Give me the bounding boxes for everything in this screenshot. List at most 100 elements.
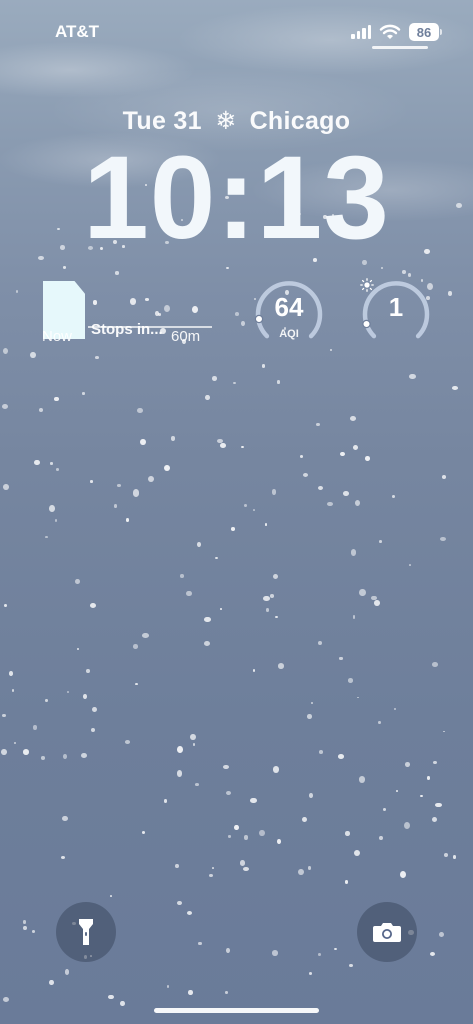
snowflake-particle <box>62 754 68 760</box>
snowflake-particle <box>30 351 36 359</box>
snowflake-particle <box>82 693 88 699</box>
snowflake-particle <box>177 900 183 906</box>
snowflake-particle <box>382 807 386 811</box>
snowflake-particle <box>176 770 183 777</box>
snowflake-particle <box>211 376 218 381</box>
snowflake-particle <box>113 504 118 508</box>
snowflake-particle <box>409 563 412 566</box>
snowflake-particle <box>89 480 94 484</box>
snowflake-particle <box>55 468 59 471</box>
snowflake-particle <box>354 499 361 507</box>
snowflake-particle <box>225 990 228 994</box>
snowflake-particle <box>352 615 356 619</box>
snowflake-particle <box>380 266 384 270</box>
snowflake-particle <box>309 793 314 799</box>
snowflake-particle <box>400 871 407 879</box>
snowflake-particle <box>299 455 304 458</box>
snowflake-particle <box>115 271 120 275</box>
snowflake-particle <box>432 817 438 823</box>
snowflake-particle <box>175 864 179 869</box>
snowflake-particle <box>349 963 353 967</box>
snowflake-particle <box>391 495 395 499</box>
snowflake-particle <box>198 941 202 946</box>
aqi-widget[interactable]: 64 AQI <box>253 278 325 350</box>
snowflake-particle <box>266 608 270 612</box>
snowflake-particle <box>137 407 143 413</box>
snowflake-particle <box>359 589 366 597</box>
city-label: Chicago <box>249 107 351 135</box>
snowflake-particle <box>277 839 282 844</box>
precipitation-widget[interactable]: Stops in... Now 60m <box>40 278 215 348</box>
snowflake-particle <box>405 762 411 768</box>
snowflake-particle <box>234 312 239 316</box>
snowflake-particle <box>139 438 146 446</box>
precipitation-end-label: 60m <box>171 328 201 345</box>
snowflake-particle <box>16 290 19 293</box>
precipitation-now-label: Now <box>42 328 73 345</box>
snowflake-particle <box>195 782 200 786</box>
snowflake-particle <box>2 996 10 1002</box>
snowflake-particle <box>188 990 193 995</box>
snowflake-particle <box>271 488 277 495</box>
snowflake-particle <box>435 802 442 808</box>
snowflake-particle <box>86 668 91 674</box>
snowflake-particle <box>91 728 96 733</box>
snowflake-particle <box>54 396 59 402</box>
uv-index-widget[interactable]: 1 <box>360 278 432 350</box>
battery-icon: 86 <box>409 23 442 41</box>
snowflake-particle <box>261 364 266 368</box>
snowflake-particle <box>443 853 449 858</box>
snowflake-particle <box>81 752 88 758</box>
snowflake-particle <box>132 644 139 649</box>
snowflake-particle <box>378 721 382 725</box>
snowflake-particle <box>196 541 201 547</box>
snowflake-particle <box>452 385 458 390</box>
snowflake-particle <box>402 269 406 274</box>
snowflake-particle <box>252 669 256 672</box>
snowflake-particle <box>269 593 275 598</box>
flashlight-button[interactable] <box>56 902 116 962</box>
snowflake-particle <box>148 475 155 483</box>
snowflake-particle <box>61 856 66 860</box>
uv-value: 1 <box>388 292 404 322</box>
snowflake-particle <box>41 756 46 760</box>
snowflake-particle <box>409 374 416 380</box>
control-center-indicator[interactable] <box>372 46 428 49</box>
snowflake-particle <box>163 465 170 472</box>
snowflake-particle <box>241 446 245 449</box>
snowflake-particle <box>358 776 366 783</box>
lock-screen-clock[interactable]: 10:13 <box>0 138 473 258</box>
snowflake-particle <box>205 394 211 401</box>
snowflake-particle <box>3 483 9 490</box>
snowflake-particle <box>453 855 457 859</box>
snowflake-particle <box>13 741 16 745</box>
snowflake-particle <box>228 835 232 838</box>
snowflake-particle <box>431 662 438 667</box>
snowflake-particle <box>429 951 436 956</box>
snowflake-particle <box>177 746 184 753</box>
snowflake-particle <box>203 640 210 646</box>
aqi-value: 64 <box>274 292 304 322</box>
snowflake-particle <box>259 829 265 837</box>
snowflake-particle <box>239 860 246 866</box>
snowflake-particle <box>250 797 257 804</box>
camera-button[interactable] <box>357 902 417 962</box>
snowflake-particle <box>208 873 213 878</box>
snowflake-particle <box>315 422 320 427</box>
home-indicator[interactable] <box>154 1008 319 1013</box>
lock-screen: AT&T 86 Tue 31 ❄ Chicago 10:13 Stops in.… <box>0 0 473 1024</box>
snowflake-particle <box>240 320 246 326</box>
snowflake-particle <box>45 698 49 703</box>
snowflake-particle <box>318 640 323 646</box>
snowflake-particle <box>310 702 314 704</box>
snowflake-particle <box>91 706 97 712</box>
snowflake-particle <box>379 835 384 840</box>
snowflake-particle <box>1 713 6 718</box>
snowflake-particle <box>395 789 398 792</box>
snowflake-particle <box>65 969 70 975</box>
snowflake-particle <box>223 764 229 769</box>
snowflake-particle <box>186 910 192 915</box>
snowflake-particle <box>342 490 349 496</box>
snowflake-particle <box>45 535 48 538</box>
snowflake-particle <box>125 518 130 523</box>
